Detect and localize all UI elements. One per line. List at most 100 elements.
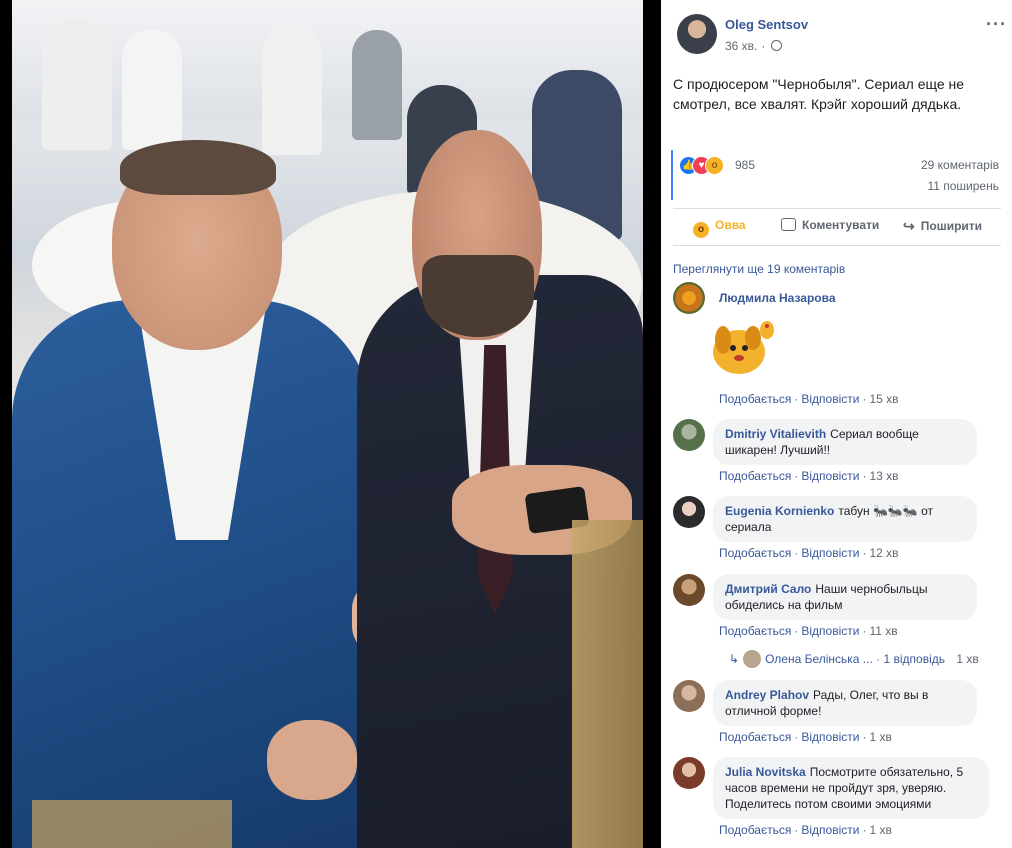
reply-link[interactable]: Відповісти — [801, 546, 859, 560]
reactions-summary: 👍 ♥ o 985 29 коментарів 11 поширень — [671, 150, 1003, 200]
comment-author[interactable]: Дмитрий Сало — [725, 582, 811, 596]
post-author[interactable]: Oleg Sentsov — [725, 17, 808, 32]
wow-label: Овва — [715, 218, 746, 232]
comment-bubble: Dmitriy Vitalievith Сериал вообще шикарен… — [713, 419, 977, 465]
background-people — [352, 30, 402, 140]
comment: Дмитрий Сало Наши чернобыльцы обиделись н… — [673, 574, 1003, 644]
background-people — [262, 25, 322, 155]
comment: Людмила Назарова Подобається · Відповісти ·… — [673, 282, 1003, 406]
comment-actions: Подобається · Відповісти · 13 хв — [719, 469, 899, 483]
comment-time[interactable]: 13 хв — [869, 469, 898, 483]
post-time[interactable]: 36 хв. — [725, 39, 757, 53]
separator: · — [794, 469, 799, 483]
comment-actions: Подобається · Відповісти · 1 хв — [719, 823, 892, 837]
comment-bubble: Andrey Plahov Рады, Олег, что вы в отличн… — [713, 680, 977, 726]
globe-icon[interactable] — [771, 40, 783, 51]
comment-time[interactable]: 15 хв — [869, 392, 898, 406]
comment-author[interactable]: Людмила Назарова — [719, 291, 836, 305]
reply-arrow-icon: ↳ — [729, 652, 740, 666]
share-icon: ↪ — [903, 218, 915, 234]
wow-button[interactable]: o Овва — [693, 218, 746, 238]
separator: · — [862, 469, 867, 483]
view-more-comments[interactable]: Переглянути ще 19 коментарів — [673, 262, 845, 276]
comment-icon — [781, 218, 796, 231]
separator: · — [794, 392, 799, 406]
separator: · — [862, 546, 867, 560]
comment: Julia Novitska Посмотрите обязательно, 5 … — [673, 757, 1003, 847]
separator: · — [862, 730, 867, 744]
post-text: С продюсером "Чернобыля". Сериал еще не … — [673, 76, 965, 112]
like-link[interactable]: Подобається — [719, 624, 791, 638]
avatar[interactable] — [673, 574, 705, 606]
comment-actions: Подобається · Відповісти · 11 хв — [719, 624, 898, 638]
comment-bubble: Дмитрий Сало Наши чернобыльцы обиделись н… — [713, 574, 977, 620]
background-people — [42, 20, 112, 150]
comment-time[interactable]: 11 хв — [869, 624, 897, 638]
man-left-hair — [120, 140, 276, 195]
reply-link[interactable]: Відповісти — [801, 730, 859, 744]
avatar[interactable] — [673, 757, 705, 789]
reply-link[interactable]: Відповісти — [801, 469, 859, 483]
comments-count[interactable]: 29 коментарів — [921, 158, 999, 172]
comment-actions: Подобається · Відповісти · 12 хв — [719, 546, 899, 560]
post-photo[interactable] — [12, 0, 643, 848]
avatar[interactable] — [673, 282, 705, 314]
dog-sticker[interactable] — [709, 312, 779, 382]
separator: · — [794, 624, 799, 638]
separator: · — [794, 546, 799, 560]
comment-author[interactable]: Andrey Plahov — [725, 688, 809, 702]
reaction-count[interactable]: 985 — [735, 158, 755, 172]
avatar[interactable] — [673, 496, 705, 528]
separator: · — [862, 392, 867, 406]
replies-link[interactable]: ↳ Олена Белінська ... · 1 відповідь 1 хв — [729, 650, 979, 668]
separator: · — [761, 39, 766, 53]
comment-bubble: Julia Novitska Посмотрите обязательно, 5 … — [713, 757, 989, 819]
avatar — [743, 650, 762, 668]
action-bar: o Овва Коментувати ↪ Поширити — [673, 208, 1001, 246]
comment: Eugenia Kornienko табун 🐜🐜🐜 от сериала По… — [673, 496, 1003, 566]
comment-time[interactable]: 1 хв — [869, 823, 891, 837]
gold-chair — [32, 800, 232, 848]
comment: Andrey Plahov Рады, Олег, что вы в отличн… — [673, 680, 1003, 750]
comment-time[interactable]: 1 хв — [869, 730, 891, 744]
separator: · — [794, 823, 799, 837]
wow-reaction-icon: o — [705, 156, 724, 175]
share-label: Поширити — [920, 219, 983, 233]
comment-author[interactable]: Eugenia Kornienko — [725, 504, 834, 518]
post-meta: 36 хв. · — [725, 39, 783, 53]
avatar[interactable] — [673, 419, 705, 451]
wow-emoji-icon: o — [693, 222, 709, 238]
reply-count: 1 відповідь — [883, 652, 946, 666]
background-people — [122, 30, 182, 150]
comment-label: Коментувати — [802, 218, 880, 232]
comment-button[interactable]: Коментувати — [781, 218, 879, 232]
more-dots-icon[interactable]: ··· — [986, 14, 1007, 35]
comment-author[interactable]: Dmitriy Vitalievith — [725, 427, 826, 441]
separator: · — [862, 823, 867, 837]
like-link[interactable]: Подобається — [719, 546, 791, 560]
like-link[interactable]: Подобається — [719, 392, 791, 406]
comment-author[interactable]: Julia Novitska — [725, 765, 806, 779]
share-button[interactable]: ↪ Поширити — [903, 218, 982, 235]
like-link[interactable]: Подобається — [719, 823, 791, 837]
comment-actions: Подобається · Відповісти · 15 хв — [719, 392, 899, 406]
man-right-beard — [422, 255, 534, 337]
comment-bubble: Eugenia Kornienko табун 🐜🐜🐜 от сериала — [713, 496, 977, 542]
avatar[interactable] — [677, 14, 717, 54]
like-link[interactable]: Подобається — [719, 469, 791, 483]
post-header: Oleg Sentsov 36 хв. · ··· — [677, 12, 1007, 58]
shares-count[interactable]: 11 поширень — [927, 179, 999, 193]
reply-link[interactable]: Відповісти — [801, 823, 859, 837]
man-left-hand — [267, 720, 357, 800]
like-link[interactable]: Подобається — [719, 730, 791, 744]
comment-actions: Подобається · Відповісти · 1 хв — [719, 730, 892, 744]
comment-time[interactable]: 12 хв — [869, 546, 898, 560]
avatar[interactable] — [673, 680, 705, 712]
reply-link[interactable]: Відповісти — [801, 392, 859, 406]
post-panel: Oleg Sentsov 36 хв. · ··· С продюсером "Ч… — [661, 0, 1012, 848]
comment: Dmitriy Vitalievith Сериал вообще шикарен… — [673, 419, 1003, 489]
separator: · — [862, 624, 867, 638]
reply-link[interactable]: Відповісти — [801, 624, 859, 638]
reply-author: Олена Белінська ... — [765, 652, 873, 666]
separator: · — [794, 730, 799, 744]
